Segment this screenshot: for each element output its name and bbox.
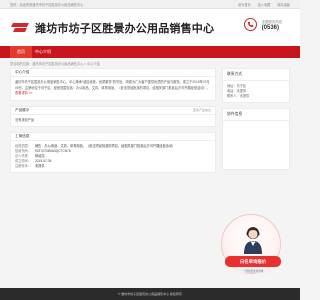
intro-body: 潍坊市坊子区胜景办公用品销售中心，中心秉承“诚信经营、优质服务”的宗旨，竭诚为广… bbox=[11, 77, 215, 100]
business-title: 工商信息 bbox=[15, 134, 30, 139]
hotline-label: 全国服务热线 bbox=[261, 19, 282, 24]
breadcrumb: 您当前的位置：潍坊市坊子区胜景办公用品销售中心 > 中心介绍 bbox=[10, 62, 100, 66]
contact-title: 联系方式 bbox=[223, 69, 289, 81]
products-body: 没有找到产品 bbox=[11, 115, 215, 127]
business-card: 工商信息 经营范围： 销售：办公用品、文具、体育用品。（依法须经批准的项目，经相… bbox=[10, 132, 216, 174]
business-key: 注册资本： bbox=[15, 164, 31, 169]
nav-about[interactable]: 中心介绍 bbox=[32, 46, 54, 58]
products-more-link[interactable]: 更多产品信息 bbox=[193, 108, 211, 112]
save-desktop-link[interactable]: 保存桌面 bbox=[277, 3, 290, 7]
site-header: 潍坊市坊子区胜景办公用品销售中心 全国服务热线 (0536) bbox=[0, 9, 300, 46]
phone-icon bbox=[243, 18, 257, 31]
ad-ribbon[interactable]: 白名单询报价 bbox=[225, 256, 281, 267]
set-homepage-link[interactable]: 设为首页 bbox=[238, 3, 251, 7]
news-title: 协作信息 bbox=[223, 109, 289, 121]
top-links: 设为首页 加入收藏 保存桌面 bbox=[232, 2, 290, 7]
main-column: 中心介绍 潍坊市坊子区胜景办公用品销售中心，中心秉承“诚信经营、优质服务”的宗旨… bbox=[10, 68, 216, 178]
site-title: 潍坊市坊子区胜景办公用品销售中心 bbox=[35, 22, 215, 35]
contact-person: 联系人：未提供 bbox=[227, 94, 250, 98]
business-row: 注册资本： 未提供 bbox=[15, 164, 211, 169]
nav-home[interactable]: 首页 bbox=[10, 46, 32, 58]
intro-title: 中心介绍 bbox=[15, 70, 30, 74]
side-column: 联系方式 地址：坊子区 电话：未提供 联系人：未提供 协作信息 bbox=[222, 68, 290, 178]
intro-more-link[interactable]: 查看详情 >> bbox=[15, 91, 32, 95]
news-card: 协作信息 bbox=[222, 108, 290, 170]
main-nav: 首页 中心介绍 bbox=[0, 46, 300, 58]
products-empty-text: 没有找到产品 bbox=[15, 117, 35, 122]
business-body: 经营范围： 销售：办公用品、文具、体育用品。（依法须经批准的项目，经相关部门批准… bbox=[11, 141, 215, 172]
top-bar: 您好，欢迎来到潍坊市坊子区胜景办公用品销售中心 设为首页 加入收藏 保存桌面 bbox=[0, 0, 300, 9]
hotline-number: (0536) bbox=[261, 24, 279, 31]
products-header: 产品展示 更多产品信息 bbox=[11, 107, 215, 115]
site-footer: © 潍坊市坊子区胜景办公用品销售中心 版权所有 bbox=[0, 288, 300, 300]
products-title: 产品展示 bbox=[15, 107, 30, 112]
news-body bbox=[223, 121, 289, 169]
welcome-text: 您好，欢迎来到潍坊市坊子区胜景办公用品销售中心 bbox=[10, 2, 84, 7]
business-header: 工商信息 bbox=[11, 133, 215, 142]
floating-ad[interactable]: 白名单询报价 一键免费发布需求 bbox=[221, 214, 281, 282]
content-area: 中心介绍 潍坊市坊子区胜景办公用品销售中心，中心秉承“诚信经营、优质服务”的宗旨… bbox=[0, 68, 300, 178]
contact-body: 地址：坊子区 电话：未提供 联系人：未提供 bbox=[223, 81, 289, 102]
business-value: 未提供 bbox=[35, 164, 45, 169]
intro-text: 潍坊市坊子区胜景办公用品销售中心，中心秉承“诚信经营、优质服务”的宗旨，竭诚为广… bbox=[15, 80, 210, 90]
products-card: 产品展示 更多产品信息 没有找到产品 bbox=[10, 105, 216, 128]
intro-header: 中心介绍 bbox=[11, 69, 215, 77]
contact-card: 联系方式 地址：坊子区 电话：未提供 联系人：未提供 bbox=[222, 68, 290, 103]
add-favorite-link[interactable]: 加入收藏 bbox=[258, 3, 271, 7]
intro-card: 中心介绍 潍坊市坊子区胜景办公用品销售中心，中心秉承“诚信经营、优质服务”的宗旨… bbox=[10, 68, 216, 101]
hotline-block: 全国服务热线 (0536) bbox=[243, 18, 282, 31]
ad-subtext: 一键免费发布需求 bbox=[233, 268, 273, 273]
customer-service-icon bbox=[244, 227, 262, 254]
company-logo[interactable] bbox=[10, 21, 32, 35]
